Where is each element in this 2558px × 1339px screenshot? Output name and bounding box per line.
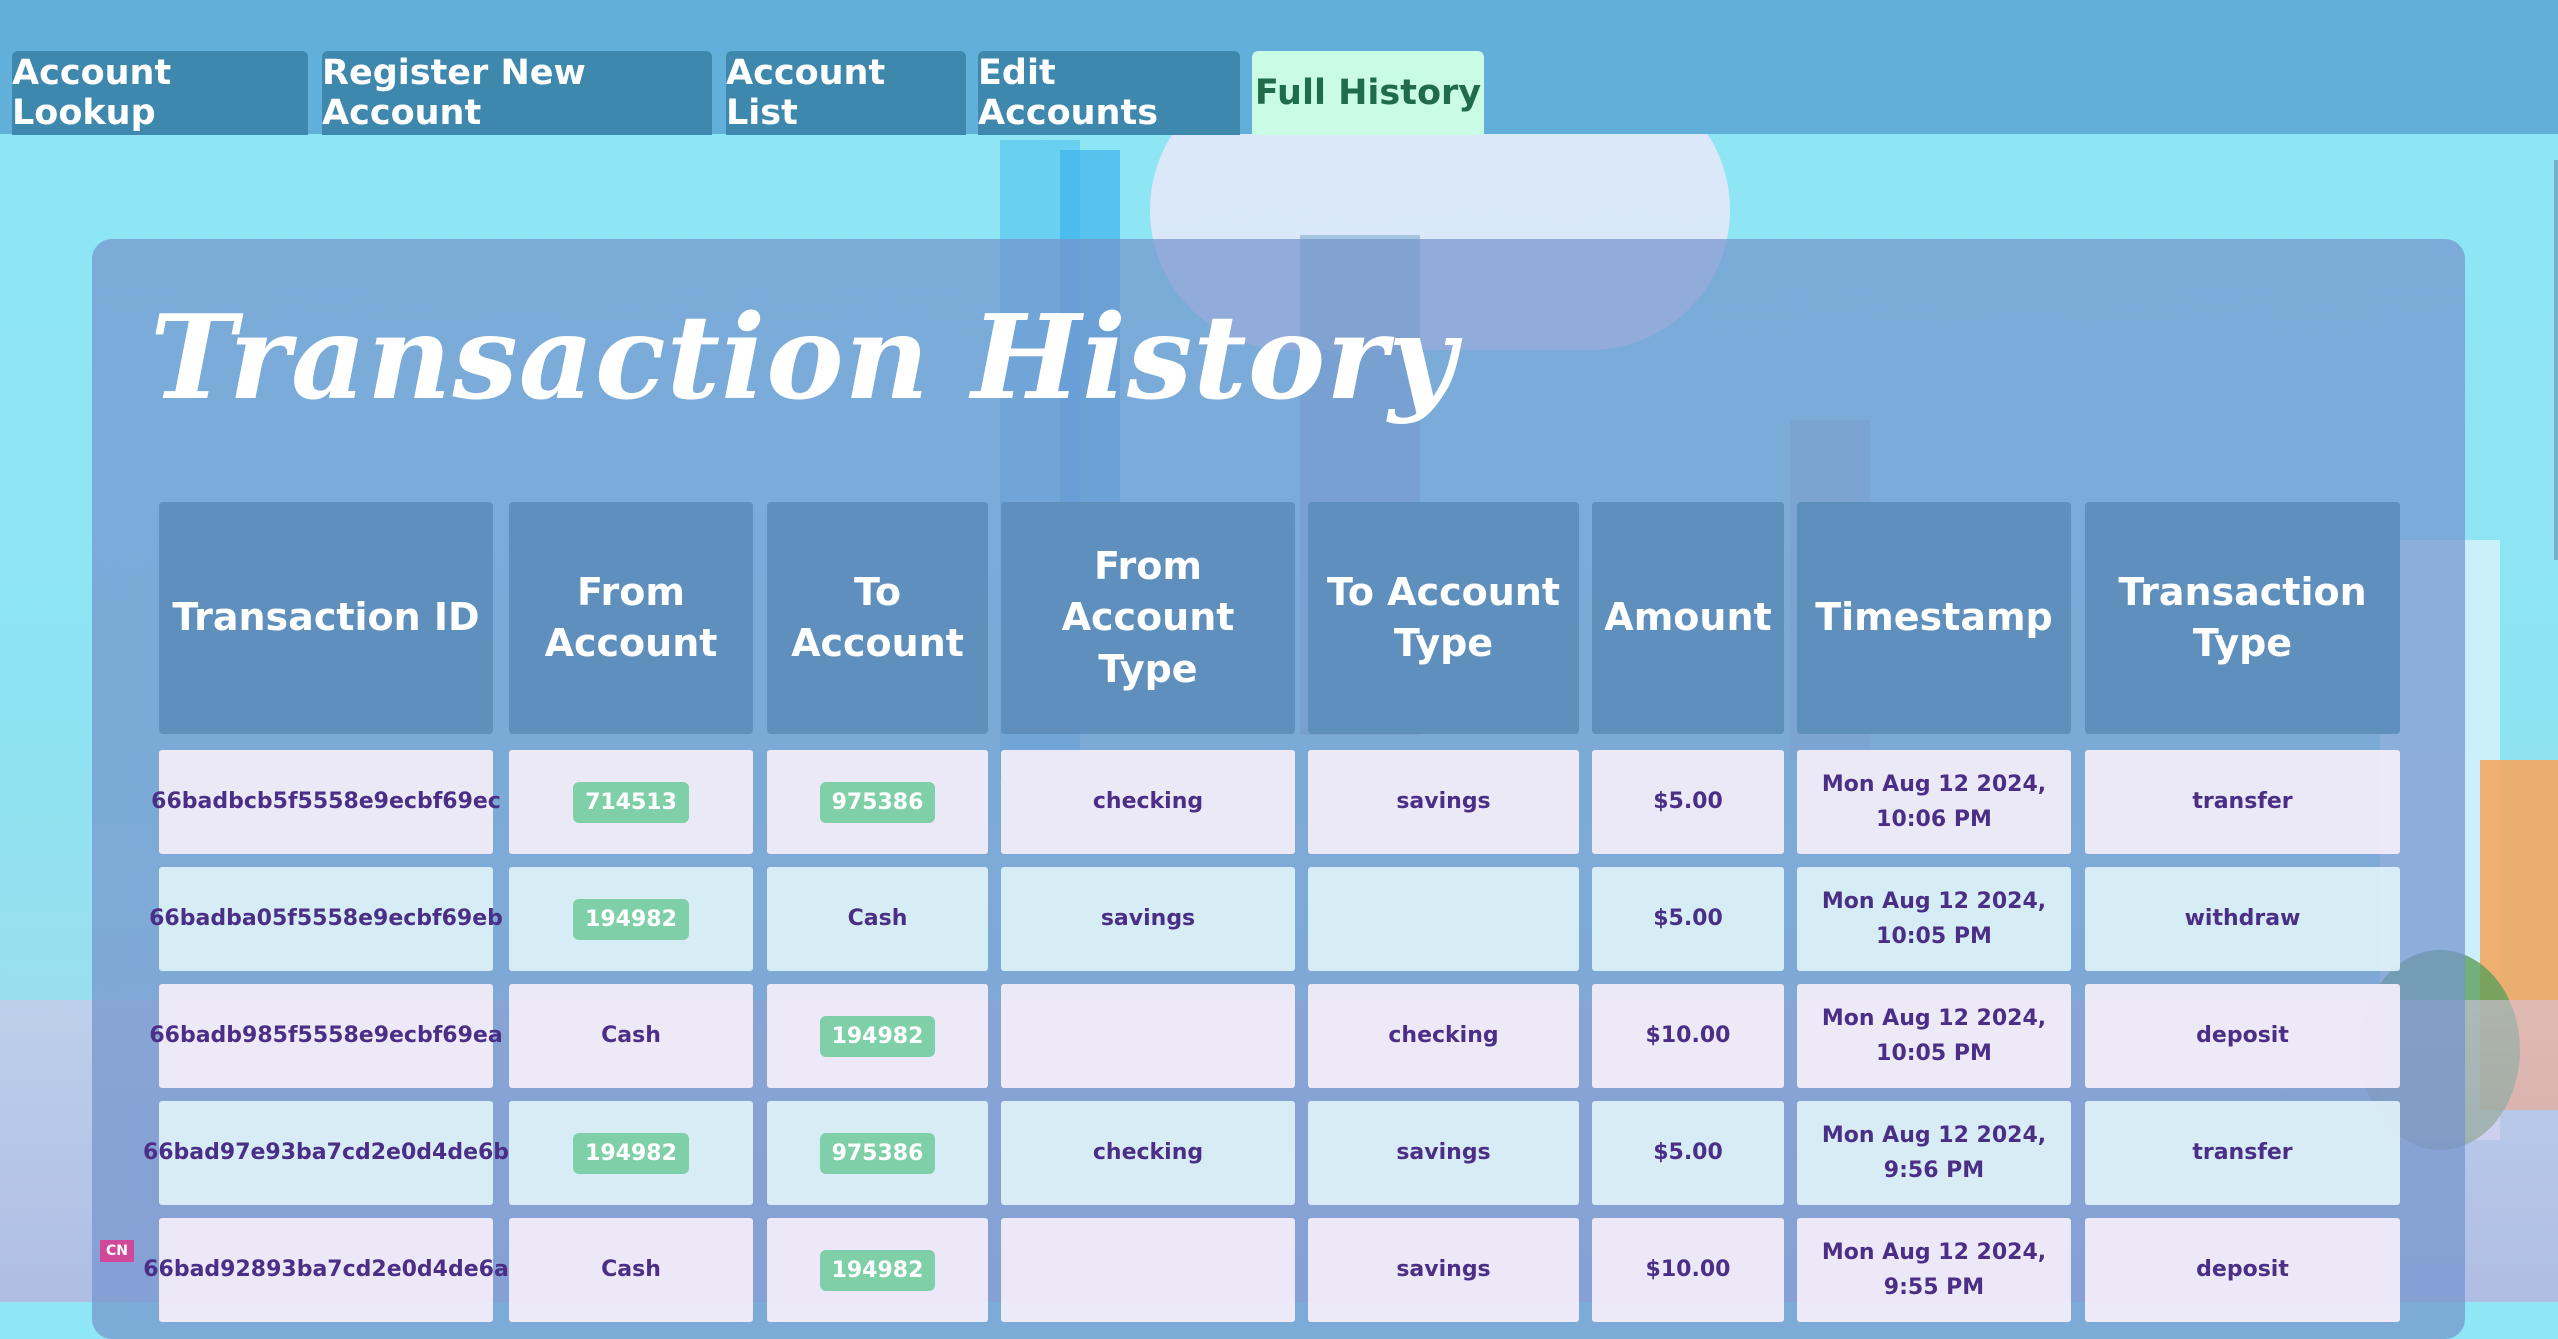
table-cell: 714513: [509, 750, 753, 854]
table-cell: Mon Aug 12 2024, 10:06 PM: [1797, 750, 2071, 854]
table-cell: Cash: [509, 1218, 753, 1322]
table-cell: Mon Aug 12 2024, 10:05 PM: [1797, 867, 2071, 971]
column-header-to-account: To Account: [767, 502, 988, 734]
column-header-from-account-type: From Account Type: [1001, 502, 1295, 734]
table-cell: 194982: [767, 984, 988, 1088]
account-number-badge[interactable]: 194982: [573, 898, 689, 940]
table-cell: [1001, 1218, 1295, 1322]
column-header-timestamp: Timestamp: [1797, 502, 2071, 734]
table-cell: [1001, 984, 1295, 1088]
table-cell: 975386: [767, 750, 988, 854]
column-header-from-account: From Account: [509, 502, 753, 734]
table-cell: 66badb985f5558e9ecbf69ea: [149, 984, 503, 1088]
account-number-badge[interactable]: 975386: [819, 1132, 936, 1174]
tab-register-new-account[interactable]: Register New Account: [322, 51, 712, 135]
table-cell: savings: [1308, 1218, 1579, 1322]
tab-full-history[interactable]: Full History: [1252, 51, 1484, 135]
account-number-badge[interactable]: 194982: [819, 1015, 936, 1057]
table-cell: Mon Aug 12 2024, 9:55 PM: [1797, 1218, 2071, 1322]
table-cell: Cash: [509, 984, 753, 1088]
powerpuff-logo: CN: [34, 1240, 184, 1304]
column-header-to-account-type: To Account Type: [1308, 502, 1579, 734]
table-cell: savings: [1308, 750, 1579, 854]
account-number-badge[interactable]: 714513: [573, 781, 689, 823]
table-cell: 66badbcb5f5558e9ecbf69ec: [151, 750, 501, 854]
tab-edit-accounts[interactable]: Edit Accounts: [978, 51, 1240, 135]
table-cell: Cash: [767, 867, 988, 971]
table-cell: deposit: [2085, 1218, 2400, 1322]
tab-account-list[interactable]: Account List: [726, 51, 966, 135]
account-number-badge[interactable]: 194982: [819, 1249, 936, 1291]
account-number-badge[interactable]: 194982: [573, 1132, 689, 1174]
column-header-amount: Amount: [1592, 502, 1784, 734]
table-cell: transfer: [2085, 1101, 2400, 1205]
table-cell: 194982: [767, 1218, 988, 1322]
table-cell: transfer: [2085, 750, 2400, 854]
table-cell: deposit: [2085, 984, 2400, 1088]
table-cell: savings: [1308, 1101, 1579, 1205]
table-cell: checking: [1308, 984, 1579, 1088]
table-cell: checking: [1001, 1101, 1295, 1205]
page-title: Transaction History: [150, 290, 1457, 426]
table-cell: 975386: [767, 1101, 988, 1205]
tab-account-lookup[interactable]: Account Lookup: [12, 51, 308, 135]
table-cell: 194982: [509, 867, 753, 971]
table-cell: 66bad92893ba7cd2e0d4de6a: [143, 1218, 509, 1322]
table-cell: $5.00: [1592, 867, 1784, 971]
table-cell: checking: [1001, 750, 1295, 854]
table-cell: $5.00: [1592, 1101, 1784, 1205]
table-cell: Mon Aug 12 2024, 10:05 PM: [1797, 984, 2071, 1088]
column-header-transaction-type: Transaction Type: [2085, 502, 2400, 734]
table-cell: $10.00: [1592, 984, 1784, 1088]
table-cell: 66badba05f5558e9ecbf69eb: [149, 867, 503, 971]
table-cell: Mon Aug 12 2024, 9:56 PM: [1797, 1101, 2071, 1205]
table-cell: 194982: [509, 1101, 753, 1205]
table-cell: $5.00: [1592, 750, 1784, 854]
table-cell: withdraw: [2085, 867, 2400, 971]
table-cell: [1308, 867, 1579, 971]
table-cell: 66bad97e93ba7cd2e0d4de6b: [143, 1101, 509, 1205]
table-cell: savings: [1001, 867, 1295, 971]
table-cell: $10.00: [1592, 1218, 1784, 1322]
scrollbar[interactable]: [2554, 160, 2558, 560]
account-number-badge[interactable]: 975386: [819, 781, 936, 823]
column-header-transaction-id: Transaction ID: [159, 502, 493, 734]
cn-badge: CN: [100, 1240, 134, 1262]
